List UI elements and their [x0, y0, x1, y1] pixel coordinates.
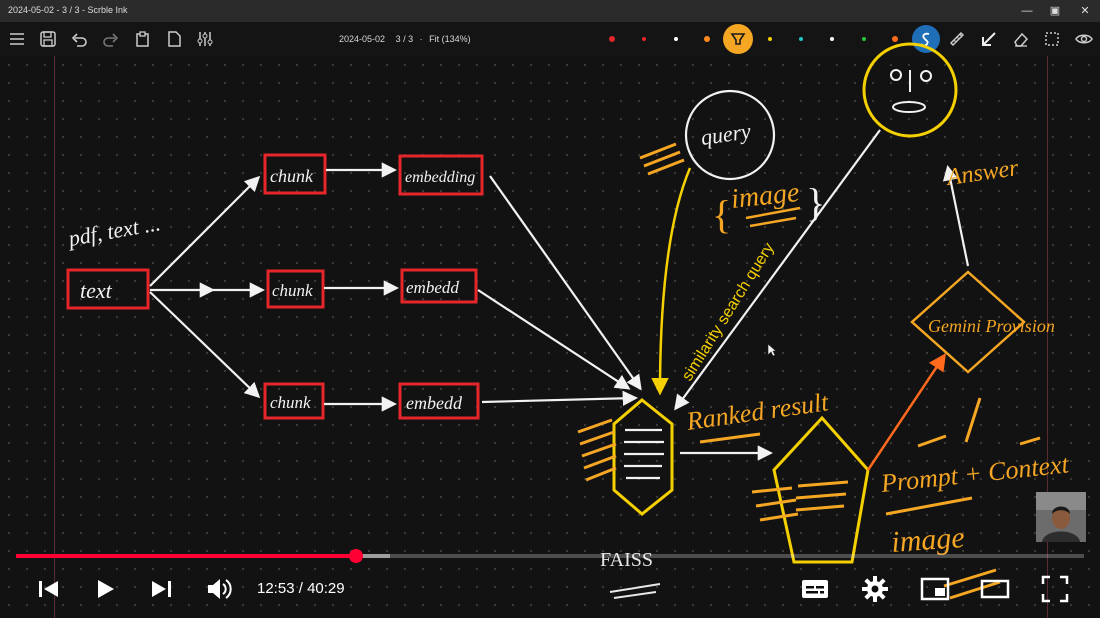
sketch-layer: pdf, text ... text chunk chunk chunk emb… — [65, 42, 1071, 600]
fullscreen-icon[interactable] — [1040, 574, 1070, 604]
embedding-label: embedd — [406, 278, 459, 297]
answer-label: Answer — [943, 155, 1021, 191]
source-label: pdf, text ... — [65, 210, 163, 251]
webcam-overlay — [1036, 492, 1086, 542]
settings-icon[interactable] — [860, 574, 890, 604]
chunk-label: chunk — [270, 393, 311, 412]
gemini-label: Gemini Provision — [928, 316, 1055, 336]
time-display: 12:53 / 40:29 — [257, 580, 345, 597]
total-time: 40:29 — [307, 580, 345, 597]
prompt-label: Prompt + Context — [879, 449, 1071, 498]
presenter-avatar — [1036, 492, 1086, 542]
embedding-label: embedd — [406, 393, 463, 413]
svg-text:{: { — [712, 192, 731, 237]
progress-scrubber[interactable] — [348, 549, 363, 563]
query-arrow — [651, 167, 692, 396]
play-icon[interactable] — [90, 574, 120, 604]
svg-text:}: } — [806, 180, 825, 225]
mouse-cursor-icon — [767, 343, 777, 357]
query-label: query — [699, 118, 752, 150]
chunk-label: chunk — [272, 281, 313, 300]
captions-icon[interactable] — [800, 574, 830, 604]
context-node — [772, 415, 870, 564]
chunk-label: chunk — [270, 166, 314, 186]
miniplayer-icon[interactable] — [920, 574, 950, 604]
faiss-node — [612, 398, 674, 516]
current-time: 12:53 — [257, 580, 295, 597]
progress-played — [16, 554, 356, 558]
theater-icon[interactable] — [980, 574, 1010, 604]
previous-icon[interactable] — [34, 574, 64, 604]
next-icon[interactable] — [146, 574, 176, 604]
highlight-strokes — [639, 142, 685, 176]
embedding-label: embedding — [405, 169, 475, 186]
volume-icon[interactable] — [204, 574, 234, 604]
context-arrow — [866, 353, 946, 471]
highlight-strokes — [577, 418, 617, 482]
similarity-label: similarity search query — [679, 240, 778, 384]
text-box-label: text — [80, 278, 113, 303]
ranked-label: Ranked result — [684, 387, 831, 436]
faiss-label: FAISS — [600, 549, 653, 571]
